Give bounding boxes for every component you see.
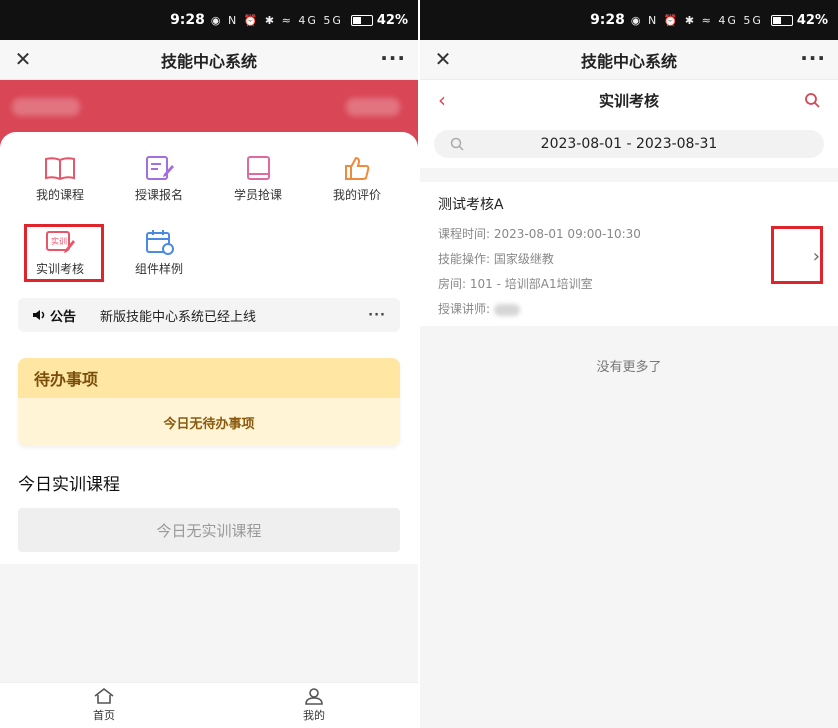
tab-home[interactable]: 首页 bbox=[74, 687, 134, 723]
tab-mine[interactable]: 我的 bbox=[284, 687, 344, 723]
grid-label: 我的评价 bbox=[332, 188, 381, 202]
close-icon[interactable]: ✕ bbox=[432, 48, 454, 70]
row-value: 国家级继教 bbox=[493, 252, 554, 266]
status-bar: 9:28 ◉ N ⏰ ✱ ≈ 4G 5G 42% bbox=[420, 0, 838, 40]
grid-label: 学员抢课 bbox=[233, 188, 282, 202]
highlight-box bbox=[24, 224, 104, 282]
close-icon[interactable]: ✕ bbox=[12, 48, 34, 70]
blurred-info bbox=[346, 98, 400, 116]
announcement-label: 公告 bbox=[50, 309, 77, 325]
grid-item-grab-course[interactable]: 学员抢课 bbox=[208, 154, 308, 214]
status-time: 9:28 bbox=[590, 12, 625, 28]
search-icon bbox=[450, 137, 464, 151]
status-indicators: ◉ N ⏰ ✱ ≈ 4G 5G bbox=[630, 13, 763, 27]
app-header: ✕ 技能中心系统 ··· bbox=[420, 40, 838, 80]
search-icon[interactable] bbox=[804, 92, 820, 108]
battery-icon bbox=[770, 14, 793, 26]
todo-title: 待办事项 bbox=[18, 358, 400, 398]
grid-item-teaching-signup[interactable]: 授课报名 bbox=[109, 154, 209, 214]
date-range-field[interactable]: 2023-08-01 - 2023-08-31 bbox=[434, 130, 824, 158]
date-filter-bar: 2023-08-01 - 2023-08-31 bbox=[420, 120, 838, 168]
grid-label: 我的课程 bbox=[35, 188, 84, 202]
home-icon bbox=[94, 687, 114, 704]
grid-label: 组件样例 bbox=[134, 262, 183, 276]
blurred-teacher-name bbox=[493, 303, 520, 316]
row-label: 课程时间: bbox=[438, 227, 491, 241]
app-header: ✕ 技能中心系统 ··· bbox=[0, 40, 418, 80]
battery-percent: 42% bbox=[376, 12, 408, 28]
status-time: 9:28 bbox=[170, 12, 205, 28]
blurred-username bbox=[12, 98, 80, 116]
notebook-icon bbox=[247, 156, 270, 180]
exam-title: 测试考核A bbox=[438, 197, 504, 213]
page-title: 实训考核 bbox=[598, 91, 659, 110]
announcement-bar[interactable]: 公告 新版技能中心系统已经上线 ··· bbox=[18, 298, 400, 332]
today-courses-title: 今日实训课程 bbox=[18, 475, 120, 495]
user-icon bbox=[305, 688, 323, 705]
grid-item-my-courses[interactable]: 我的课程 bbox=[10, 154, 110, 214]
row-value: 2023-08-01 09:00-10:30 bbox=[493, 227, 641, 241]
exam-teacher: 授课讲师: bbox=[438, 297, 820, 322]
exam-room: 房间: 101 - 培训部A1培训室 bbox=[438, 272, 820, 297]
announcement-text: 新版技能中心系统已经上线 bbox=[100, 309, 257, 325]
todo-card: 待办事项 今日无待办事项 bbox=[18, 358, 400, 446]
battery-icon bbox=[350, 14, 373, 26]
book-icon bbox=[45, 157, 75, 181]
right-screen: 9:28 ◉ N ⏰ ✱ ≈ 4G 5G 42% ✕ 技能中心系统 ··· ‹ … bbox=[420, 0, 838, 728]
page-nav-bar: ‹ 实训考核 bbox=[420, 80, 838, 120]
app-title: 技能中心系统 bbox=[580, 51, 677, 71]
no-more-text: 没有更多了 bbox=[596, 360, 662, 375]
grid-item-my-evaluation[interactable]: 我的评价 bbox=[307, 154, 407, 214]
calendar-icon bbox=[146, 230, 174, 255]
left-screen: 9:28 ◉ N ⏰ ✱ ≈ 4G 5G 42% ✕ 技能中心系统 ··· 我的… bbox=[0, 0, 418, 728]
highlight-box bbox=[771, 226, 823, 284]
speaker-icon bbox=[33, 310, 45, 320]
grid-label: 授课报名 bbox=[134, 188, 183, 202]
row-label: 技能操作: bbox=[438, 252, 491, 266]
row-value: 101 - 培训部A1培训室 bbox=[469, 277, 593, 291]
date-range-text: 2023-08-01 - 2023-08-31 bbox=[540, 136, 718, 152]
battery-percent: 42% bbox=[796, 12, 828, 28]
row-label: 房间: bbox=[438, 277, 467, 291]
tab-label: 首页 bbox=[93, 709, 115, 722]
back-chevron-icon[interactable]: ‹ bbox=[438, 88, 446, 112]
exam-skill-operation: 技能操作: 国家级继教 bbox=[438, 247, 820, 272]
todo-empty-text: 今日无待办事项 bbox=[163, 416, 255, 432]
bottom-tab-bar: 首页 我的 bbox=[0, 682, 418, 728]
row-label: 授课讲师: bbox=[438, 302, 491, 316]
status-bar: 9:28 ◉ N ⏰ ✱ ≈ 4G 5G 42% bbox=[0, 0, 418, 40]
app-title: 技能中心系统 bbox=[160, 51, 257, 71]
grid-item-component-samples[interactable]: 组件样例 bbox=[109, 228, 209, 288]
announcement-more-icon[interactable]: ··· bbox=[368, 308, 386, 323]
tab-label: 我的 bbox=[303, 709, 325, 722]
thumbs-up-icon bbox=[345, 156, 370, 180]
exam-course-time: 课程时间: 2023-08-01 09:00-10:30 bbox=[438, 222, 820, 247]
today-courses-empty: 今日无实训课程 bbox=[18, 508, 400, 552]
more-options-icon[interactable]: ··· bbox=[380, 46, 406, 70]
status-indicators: ◉ N ⏰ ✱ ≈ 4G 5G bbox=[210, 13, 343, 27]
edit-form-icon bbox=[146, 156, 174, 180]
more-options-icon[interactable]: ··· bbox=[800, 46, 826, 70]
